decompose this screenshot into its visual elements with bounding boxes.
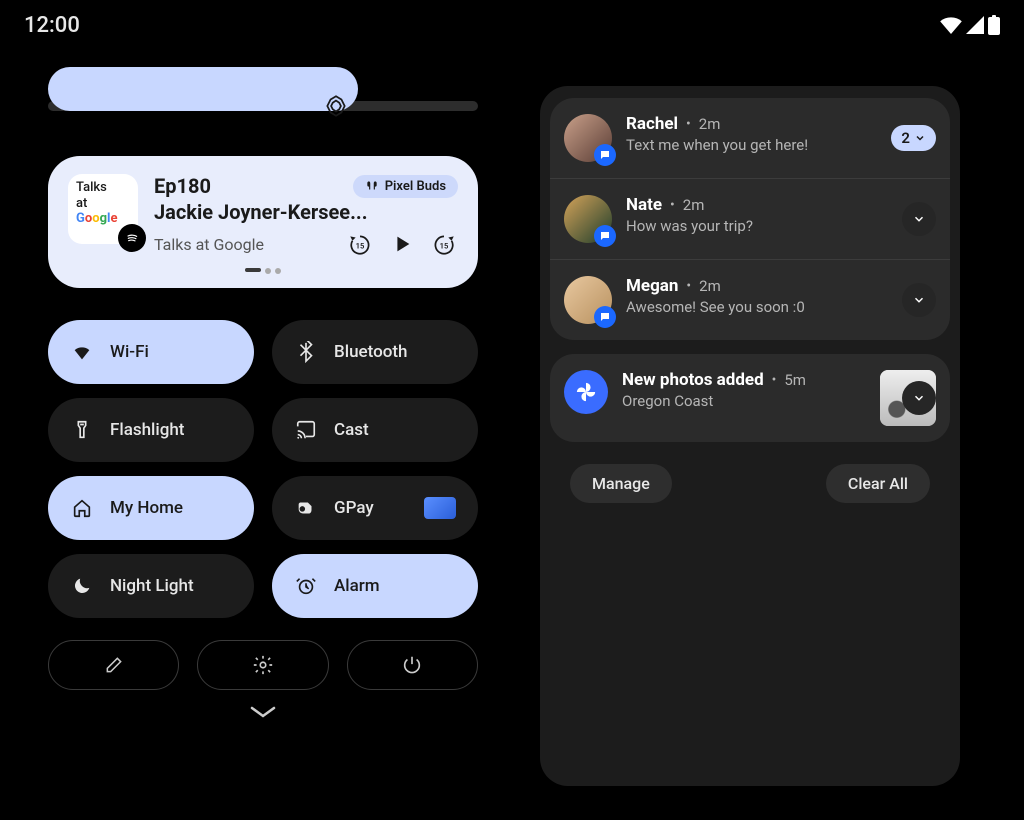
notification-title: New photos added	[622, 370, 764, 390]
message-preview: Awesome! See you soon :0	[626, 298, 936, 316]
conversation-group: Rachel • 2m Text me when you get here! 2…	[550, 98, 950, 340]
gpay-icon	[294, 496, 318, 520]
wifi-icon	[70, 340, 94, 364]
conversation-notification[interactable]: Rachel • 2m Text me when you get here! 2	[550, 98, 950, 178]
messages-app-icon	[594, 306, 616, 328]
avatar	[564, 276, 612, 324]
sender-name: Rachel	[626, 114, 678, 134]
tile-home[interactable]: My Home	[48, 476, 254, 540]
power-button[interactable]	[347, 640, 478, 690]
svg-text:15: 15	[356, 241, 365, 250]
bluetooth-icon	[294, 340, 318, 364]
battery-status-icon	[988, 15, 1000, 35]
sender-name: Nate	[626, 195, 662, 215]
tile-label: Night Light	[110, 576, 194, 596]
tile-gpay[interactable]: GPay	[272, 476, 478, 540]
tile-bluetooth[interactable]: Bluetooth	[272, 320, 478, 384]
tile-label: Alarm	[334, 576, 380, 596]
notification-subtitle: Oregon Coast	[622, 392, 866, 410]
tile-label: Wi-Fi	[110, 342, 149, 362]
media-title: Jackie Joyner-Kersee...	[154, 200, 458, 224]
notification-time: 5m	[784, 371, 806, 389]
media-artwork: Talks at Google	[68, 174, 138, 244]
svg-text:15: 15	[440, 241, 449, 250]
cast-icon	[294, 418, 318, 442]
media-show: Talks at Google	[154, 235, 264, 254]
media-output-chip[interactable]: Pixel Buds	[353, 175, 458, 198]
wifi-status-icon	[940, 16, 962, 34]
play-button[interactable]	[388, 230, 416, 258]
home-icon	[70, 496, 94, 520]
tile-label: My Home	[110, 498, 183, 518]
tile-alarm[interactable]: Alarm	[272, 554, 478, 618]
gear-icon	[252, 654, 274, 676]
sender-name: Megan	[626, 276, 678, 296]
quick-settings-tiles: Wi-Fi Bluetooth Flashlight Cast My Home …	[48, 320, 478, 618]
chevron-down-icon	[248, 704, 278, 720]
manage-button[interactable]: Manage	[570, 464, 672, 503]
brightness-fill	[48, 67, 358, 111]
forward-15-button[interactable]: 15	[430, 230, 458, 258]
tile-wifi[interactable]: Wi-Fi	[48, 320, 254, 384]
edit-tiles-button[interactable]	[48, 640, 179, 690]
moon-icon	[70, 574, 94, 598]
status-time: 12:00	[24, 13, 80, 38]
settings-button[interactable]	[197, 640, 328, 690]
message-preview: Text me when you get here!	[626, 136, 936, 154]
spotify-icon	[118, 224, 146, 252]
tile-label: GPay	[334, 498, 374, 518]
notification-shade: Rachel • 2m Text me when you get here! 2…	[540, 86, 960, 786]
clear-all-button[interactable]: Clear All	[826, 464, 930, 503]
tile-label: Bluetooth	[334, 342, 408, 362]
photos-notification[interactable]: New photos added • 5m Oregon Coast	[550, 354, 950, 442]
gpay-card-icon	[424, 497, 456, 519]
alarm-icon	[294, 574, 318, 598]
expand-button[interactable]	[902, 381, 936, 415]
tile-moon[interactable]: Night Light	[48, 554, 254, 618]
power-icon	[401, 654, 423, 676]
tile-cast[interactable]: Cast	[272, 398, 478, 462]
chevron-down-icon	[914, 132, 926, 144]
media-pager	[68, 268, 458, 274]
conversation-notification[interactable]: Megan • 2m Awesome! See you soon :0	[550, 259, 950, 340]
status-bar: 12:00	[0, 0, 1024, 50]
tile-flashlight[interactable]: Flashlight	[48, 398, 254, 462]
photos-app-icon	[564, 370, 608, 414]
brightness-icon	[323, 93, 349, 119]
expand-button[interactable]	[902, 283, 936, 317]
rewind-15-button[interactable]: 15	[346, 230, 374, 258]
media-episode: Ep180	[154, 174, 211, 198]
notification-time: 2m	[699, 115, 721, 133]
media-player-card[interactable]: Talks at Google Ep180 Pixel Buds Jackie …	[48, 156, 478, 288]
brightness-thumb[interactable]	[314, 84, 358, 128]
notification-time: 2m	[699, 277, 721, 295]
brightness-slider[interactable]	[48, 84, 478, 128]
notification-time: 2m	[683, 196, 705, 214]
signal-status-icon	[966, 16, 984, 34]
earbuds-icon	[365, 179, 379, 193]
avatar	[564, 195, 612, 243]
chevron-down-icon	[912, 212, 926, 226]
messages-app-icon	[594, 225, 616, 247]
message-preview: How was your trip?	[626, 217, 936, 235]
tile-label: Cast	[334, 420, 369, 440]
pencil-icon	[104, 655, 124, 675]
chevron-down-icon	[912, 391, 926, 405]
tile-label: Flashlight	[110, 420, 184, 440]
status-icons	[940, 15, 1000, 35]
avatar	[564, 114, 612, 162]
flashlight-icon	[70, 418, 94, 442]
expand-button[interactable]	[902, 202, 936, 236]
conversation-notification[interactable]: Nate • 2m How was your trip?	[550, 178, 950, 259]
collapse-handle[interactable]	[48, 704, 478, 720]
notification-count-badge[interactable]: 2	[891, 125, 936, 151]
chevron-down-icon	[912, 293, 926, 307]
messages-app-icon	[594, 144, 616, 166]
